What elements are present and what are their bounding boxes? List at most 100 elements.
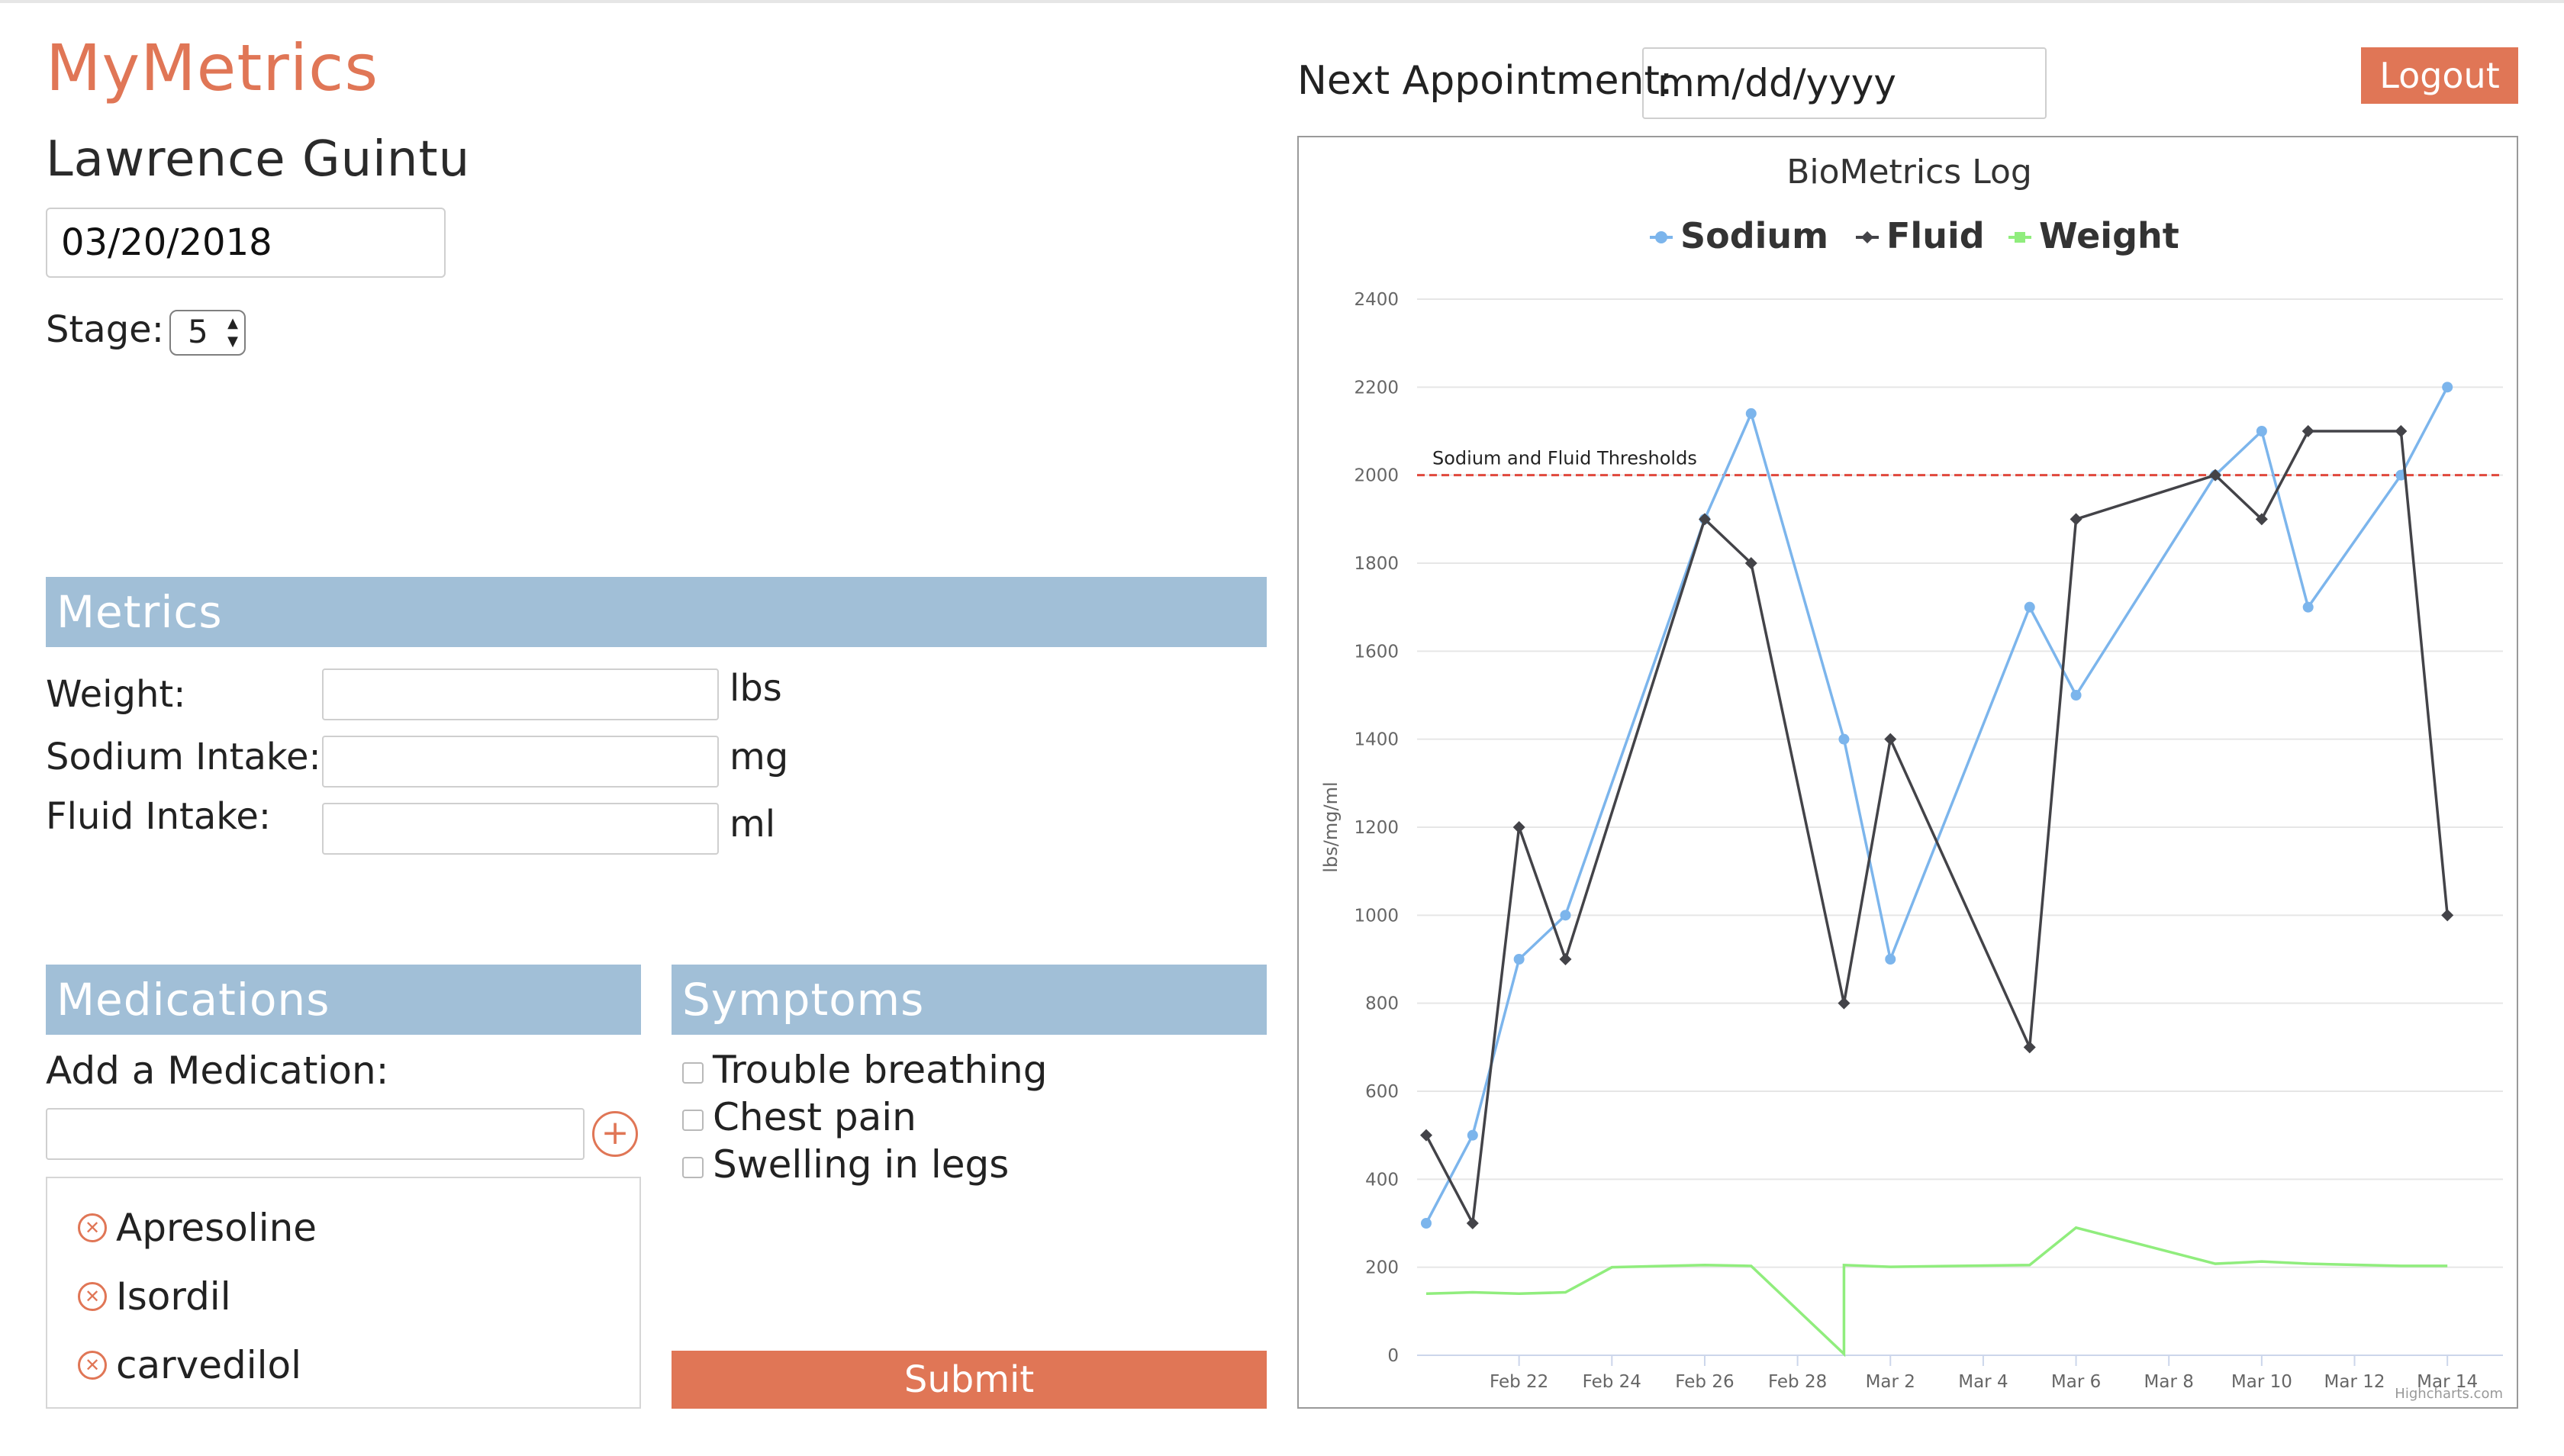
y-tick-label: 1000 xyxy=(1354,906,1399,926)
x-tick-label: Mar 10 xyxy=(2231,1372,2292,1392)
x-tick-label: Feb 26 xyxy=(1675,1372,1734,1392)
add-medication-label: Add a Medication: xyxy=(46,1049,389,1093)
symptoms-header: Symptoms xyxy=(672,965,1267,1035)
y-tick-label: 2400 xyxy=(1354,290,1399,310)
date-field[interactable]: 03/20/2018 xyxy=(46,208,446,278)
symptom-label: Chest pain xyxy=(713,1095,916,1139)
legend-label: Sodium xyxy=(1680,215,1828,256)
legend-label: Weight xyxy=(2039,215,2179,256)
appointment-date-input[interactable]: mm/dd/yyyy xyxy=(1642,47,2047,119)
fluid-input[interactable] xyxy=(322,803,719,855)
y-tick-label: 1400 xyxy=(1354,730,1399,750)
data-point-sodium xyxy=(2256,426,2267,436)
checkbox[interactable] xyxy=(682,1110,704,1131)
spinner-arrows-icon[interactable]: ▲ ▼ xyxy=(227,314,238,351)
y-tick-label: 400 xyxy=(1365,1170,1399,1190)
weight-unit: lbs xyxy=(730,667,782,710)
checkbox[interactable] xyxy=(682,1157,704,1178)
legend-label: Fluid xyxy=(1886,215,1985,256)
fluid-label: Fluid Intake: xyxy=(46,795,272,838)
data-point-sodium xyxy=(2302,601,2314,613)
weight-label: Weight: xyxy=(46,673,186,716)
data-point-sodium xyxy=(1838,733,1850,745)
chart-title: BioMetrics Log xyxy=(1786,153,2032,192)
sodium-unit: mg xyxy=(730,736,789,778)
medication-name: Isordil xyxy=(116,1274,231,1319)
x-tick-label: Mar 2 xyxy=(1866,1372,1915,1392)
submit-button[interactable]: Submit xyxy=(672,1351,1267,1409)
series-line-sodium xyxy=(1425,386,2449,1224)
x-tick-label: Feb 24 xyxy=(1583,1372,1641,1392)
data-point-sodium xyxy=(1467,1129,1478,1141)
top-border xyxy=(0,0,2564,3)
y-tick-label: 200 xyxy=(1365,1258,1399,1278)
appointment-label: Next Appointment: xyxy=(1297,58,1673,104)
data-point-fluid xyxy=(2023,1041,2036,1054)
stage-value: 5 xyxy=(188,313,208,350)
medication-name: Apresoline xyxy=(116,1206,317,1250)
y-tick-label: 1800 xyxy=(1354,554,1399,574)
data-point-sodium xyxy=(1745,407,1757,419)
medication-list: ✕ Apresoline ✕ Isordil ✕ carvedilol xyxy=(46,1177,641,1409)
data-point-fluid xyxy=(2395,425,2408,437)
legend-marker xyxy=(1655,231,1667,243)
y-tick-label: 2000 xyxy=(1354,466,1399,486)
biometrics-chart: BioMetrics Log Sodium Fluid Weight 0 200 400 60… xyxy=(1297,136,2518,1409)
data-point-fluid xyxy=(1559,953,1572,965)
stage-spinner[interactable]: 5 ▲ ▼ xyxy=(169,310,246,356)
medication-name: carvedilol xyxy=(116,1343,302,1387)
plus-circle-icon[interactable]: + xyxy=(592,1111,638,1157)
x-tick-label: Feb 28 xyxy=(1768,1372,1827,1392)
y-tick-label: 2200 xyxy=(1354,378,1399,398)
legend-marker xyxy=(2015,232,2025,243)
x-tick-label: Feb 22 xyxy=(1490,1372,1548,1392)
app-title: MyMetrics xyxy=(46,31,379,105)
data-point-fluid xyxy=(2441,909,2454,922)
y-tick-label: 800 xyxy=(1365,994,1399,1014)
chart-credits: Highcharts.com xyxy=(2395,1386,2503,1402)
medication-input[interactable] xyxy=(46,1108,585,1160)
data-point-fluid xyxy=(2301,425,2314,437)
data-point-sodium xyxy=(2024,601,2035,613)
data-point-sodium xyxy=(2070,690,2082,701)
x-tick-label: Mar 4 xyxy=(1958,1372,2008,1392)
medications-header: Medications xyxy=(46,965,641,1035)
x-tick-label: Mar 6 xyxy=(2051,1372,2101,1392)
data-point-fluid xyxy=(1420,1129,1432,1142)
data-point-fluid xyxy=(1466,1217,1479,1229)
threshold-label: Sodium and Fluid Thresholds xyxy=(1432,448,1697,469)
logout-button[interactable]: Logout xyxy=(2361,47,2518,104)
data-point-sodium xyxy=(1421,1218,1432,1229)
data-point-fluid xyxy=(1884,733,1897,746)
y-tick-label: 1600 xyxy=(1354,642,1399,662)
symptom-label: Trouble breathing xyxy=(713,1048,1048,1092)
y-tick-label: 1200 xyxy=(1354,818,1399,838)
stage-label: Stage: xyxy=(46,308,164,351)
chart-svg: BioMetrics Log Sodium Fluid Weight 0 200 400 60… xyxy=(1320,153,2503,1402)
y-tick-label: 0 xyxy=(1387,1346,1399,1366)
x-circle-icon[interactable]: ✕ xyxy=(78,1282,107,1311)
x-circle-icon[interactable]: ✕ xyxy=(78,1213,107,1242)
checkbox[interactable] xyxy=(682,1062,704,1084)
data-point-fluid xyxy=(1512,821,1525,833)
metrics-header: Metrics xyxy=(46,577,1267,647)
sodium-label: Sodium Intake: xyxy=(46,736,321,778)
series-line-weight xyxy=(1425,1226,2448,1358)
data-point-fluid xyxy=(1838,997,1851,1010)
fluid-unit: ml xyxy=(730,803,776,846)
x-tick-label: Mar 12 xyxy=(2324,1372,2385,1392)
data-point-sodium xyxy=(1513,954,1525,965)
y-axis-label: lbs/mg/ml xyxy=(1320,781,1342,872)
legend-marker xyxy=(1861,231,1873,243)
data-point-sodium xyxy=(2442,382,2453,393)
y-tick-label: 600 xyxy=(1365,1082,1399,1102)
sodium-input[interactable] xyxy=(322,736,719,788)
symptom-label: Swelling in legs xyxy=(713,1142,1010,1187)
patient-name: Lawrence Guintu xyxy=(46,131,471,188)
x-tick-label: Mar 8 xyxy=(2144,1372,2194,1392)
x-circle-icon[interactable]: ✕ xyxy=(78,1351,107,1380)
data-point-sodium xyxy=(1560,910,1571,921)
weight-input[interactable] xyxy=(322,668,719,720)
data-point-fluid xyxy=(2070,513,2082,526)
data-point-sodium xyxy=(1885,954,1896,965)
